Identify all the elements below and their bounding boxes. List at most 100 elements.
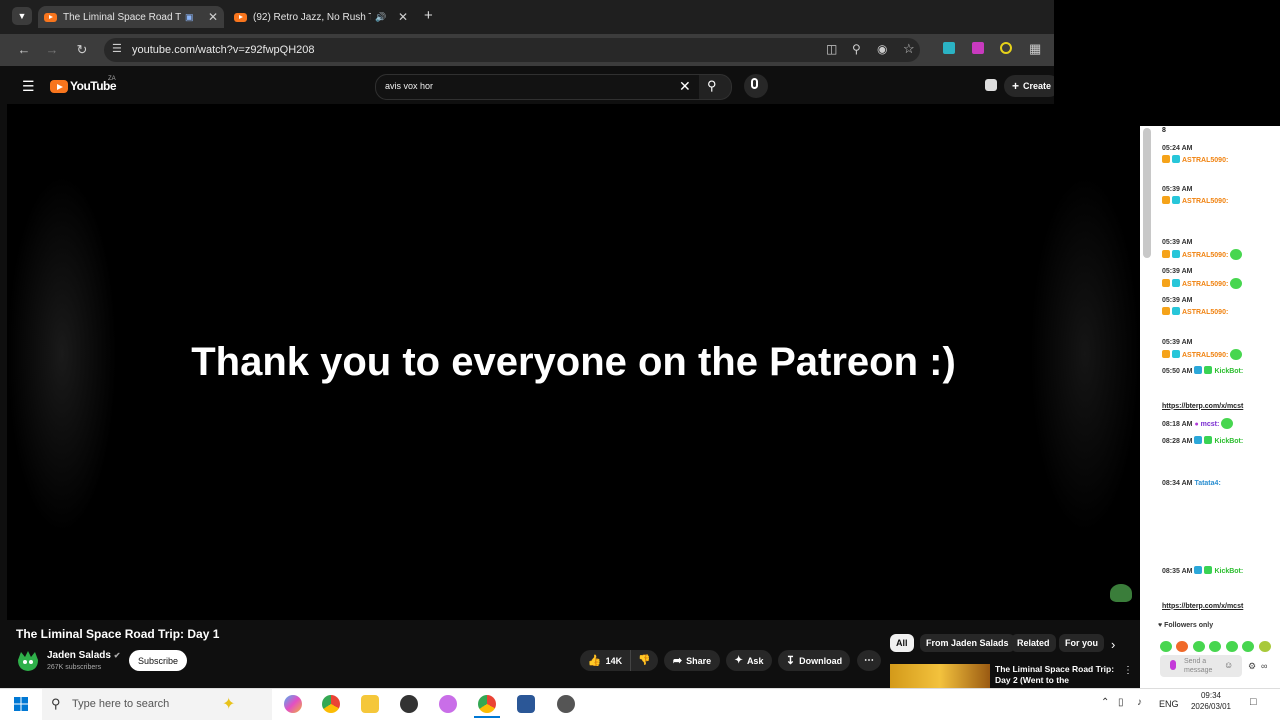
chat-username[interactable]: KickBot: [1214, 438, 1240, 445]
chat-settings-icon[interactable]: ⚙: [1248, 661, 1256, 672]
emote-icon[interactable]: [1160, 641, 1172, 652]
emote-icon[interactable]: [1176, 641, 1189, 652]
taskbar-search-box[interactable]: ⚲ Type here to search ✦: [42, 689, 272, 720]
next-video-menu-icon[interactable]: ⋮: [1123, 665, 1133, 676]
search-button[interactable]: ⚲: [699, 74, 732, 100]
emote-icon[interactable]: [1242, 641, 1255, 652]
like-button[interactable]: 👍 14K: [580, 650, 630, 671]
chat-username[interactable]: Tatata4: [1194, 480, 1218, 487]
ask-button[interactable]: ✦ Ask: [726, 650, 772, 671]
chat-time: 08:35 AM: [1162, 568, 1193, 575]
emoji-picker-icon[interactable]: ☺: [1224, 660, 1233, 670]
chat-username[interactable]: KickBot: [1214, 368, 1240, 375]
video-player[interactable]: Thank you to everyone on the Patreon :): [7, 104, 1140, 620]
obs-icon[interactable]: [400, 695, 418, 713]
emote-icon[interactable]: [1192, 641, 1205, 652]
chat-username[interactable]: ASTRAL5090: [1182, 157, 1226, 164]
chat-username[interactable]: ASTRAL5090: [1182, 352, 1226, 359]
bookmark-star-icon[interactable]: ☆: [903, 41, 915, 57]
app-icon[interactable]: [557, 695, 575, 713]
chat-link[interactable]: https://bterp.com/x/mcst: [1162, 601, 1272, 613]
mic-input-icon[interactable]: [1170, 660, 1176, 670]
chat-scrollbar[interactable]: [1143, 128, 1151, 258]
tab-search-icon[interactable]: ▼: [12, 7, 32, 25]
eye-off-icon[interactable]: ◉: [877, 42, 887, 56]
chat-username[interactable]: ASTRAL5090: [1182, 252, 1226, 259]
chevron-right-icon[interactable]: ›: [1111, 637, 1115, 652]
site-info-icon[interactable]: ☰: [112, 42, 122, 55]
file-explorer-icon[interactable]: [361, 695, 379, 713]
kick-emote-icon: [1230, 277, 1243, 289]
zoom-icon[interactable]: ⚲: [852, 42, 861, 56]
crown-badge-icon: [1162, 249, 1170, 258]
next-video-thumbnail[interactable]: [890, 664, 990, 688]
emote-bar[interactable]: [1160, 636, 1271, 654]
back-icon[interactable]: ←: [16, 42, 32, 57]
chat-username[interactable]: ASTRAL5090: [1182, 281, 1226, 288]
chat-link[interactable]: https://bterp.com/x/mcst: [1162, 401, 1272, 413]
subscribe-button[interactable]: Subscribe: [129, 650, 187, 671]
close-tab-icon[interactable]: ✕: [398, 10, 408, 24]
forward-icon[interactable]: →: [44, 42, 60, 57]
more-actions-button[interactable]: ⋯: [857, 650, 881, 671]
notifications-icon[interactable]: [985, 79, 997, 91]
notifications-center-icon[interactable]: □: [1250, 696, 1257, 708]
reload-icon[interactable]: ↻: [74, 42, 90, 58]
voice-search-button[interactable]: [744, 74, 768, 98]
menu-icon[interactable]: ☰: [22, 78, 35, 95]
audio-playing-icon: 🔊: [375, 11, 387, 22]
volume-icon[interactable]: ♪: [1137, 697, 1142, 708]
chat-input[interactable]: Send a message ☺: [1160, 655, 1242, 677]
chat-mod-icon[interactable]: ∞: [1261, 661, 1267, 671]
search-input[interactable]: avis vox hor: [385, 81, 433, 91]
clear-search-icon[interactable]: ✕: [679, 78, 691, 95]
chip-for-you[interactable]: For you: [1059, 634, 1104, 652]
create-button[interactable]: + Create: [1004, 75, 1060, 97]
copilot-icon[interactable]: [284, 695, 302, 713]
tab-liminal-space[interactable]: The Liminal Space Road Trip: Day 1 ▣ ✕: [38, 6, 224, 28]
clock[interactable]: 09:34 2026/03/01: [1186, 690, 1236, 712]
emote-icon[interactable]: [1225, 641, 1238, 652]
chat-username[interactable]: ASTRAL5090: [1182, 198, 1226, 205]
chip-all[interactable]: All: [890, 634, 914, 652]
video-caption-text: Thank you to everyone on the Patreon :): [191, 340, 956, 384]
windows-start-icon[interactable]: [14, 697, 28, 711]
emote-icon[interactable]: [1209, 641, 1222, 652]
chrome-active-icon[interactable]: [478, 695, 496, 713]
url-text[interactable]: youtube.com/watch?v=z92fwpQH208: [132, 44, 315, 56]
chevron-up-icon[interactable]: ⌃: [1101, 697, 1109, 708]
chat-time: 05:24 AM: [1162, 145, 1193, 152]
taskbar-search-placeholder[interactable]: Type here to search: [72, 698, 169, 710]
emote-icon[interactable]: [1258, 641, 1271, 652]
mic-badge-icon: ●: [1194, 421, 1199, 428]
chrome-icon[interactable]: [322, 695, 340, 713]
chip-related[interactable]: Related: [1011, 634, 1056, 652]
chip-from-channel[interactable]: From Jaden Salads: [920, 634, 1015, 652]
new-tab-icon[interactable]: +: [424, 7, 433, 24]
channel-name[interactable]: Jaden Salads ✔: [47, 650, 120, 661]
extension-icon[interactable]: [1000, 42, 1012, 54]
network-icon[interactable]: ▯: [1118, 697, 1124, 708]
search-box[interactable]: avis vox hor ✕: [375, 74, 701, 100]
share-button[interactable]: ➦ Share: [664, 650, 720, 671]
youtube-logo-icon[interactable]: [50, 80, 68, 93]
tab-retro-jazz[interactable]: (92) Retro Jazz, No Rush Tonight 🔊 ✕: [228, 6, 414, 28]
chat-username[interactable]: KickBot: [1214, 568, 1240, 575]
download-button[interactable]: ↧ Download: [778, 650, 850, 671]
search-icon: ⚲: [51, 696, 61, 711]
language-indicator[interactable]: ENG: [1159, 699, 1179, 709]
cast-icon[interactable]: ◫: [826, 42, 837, 56]
chat-username[interactable]: ASTRAL5090: [1182, 309, 1226, 316]
close-tab-icon[interactable]: ✕: [208, 10, 218, 24]
word-icon[interactable]: [517, 695, 535, 713]
extension-icon[interactable]: [972, 42, 984, 54]
chat-username[interactable]: mcst: [1201, 421, 1217, 428]
next-video-title-line1[interactable]: The Liminal Space Road Trip:: [995, 664, 1119, 675]
extension-icon[interactable]: [943, 42, 955, 54]
extensions-puzzle-icon[interactable]: ▦: [1029, 41, 1041, 57]
channel-avatar[interactable]: [16, 650, 40, 672]
dislike-button[interactable]: 👎: [630, 650, 658, 671]
channel-name-text[interactable]: Jaden Salads: [47, 650, 111, 661]
snipping-tool-icon[interactable]: [439, 695, 457, 713]
tab-title: (92) Retro Jazz, No Rush Tonight: [253, 11, 371, 23]
